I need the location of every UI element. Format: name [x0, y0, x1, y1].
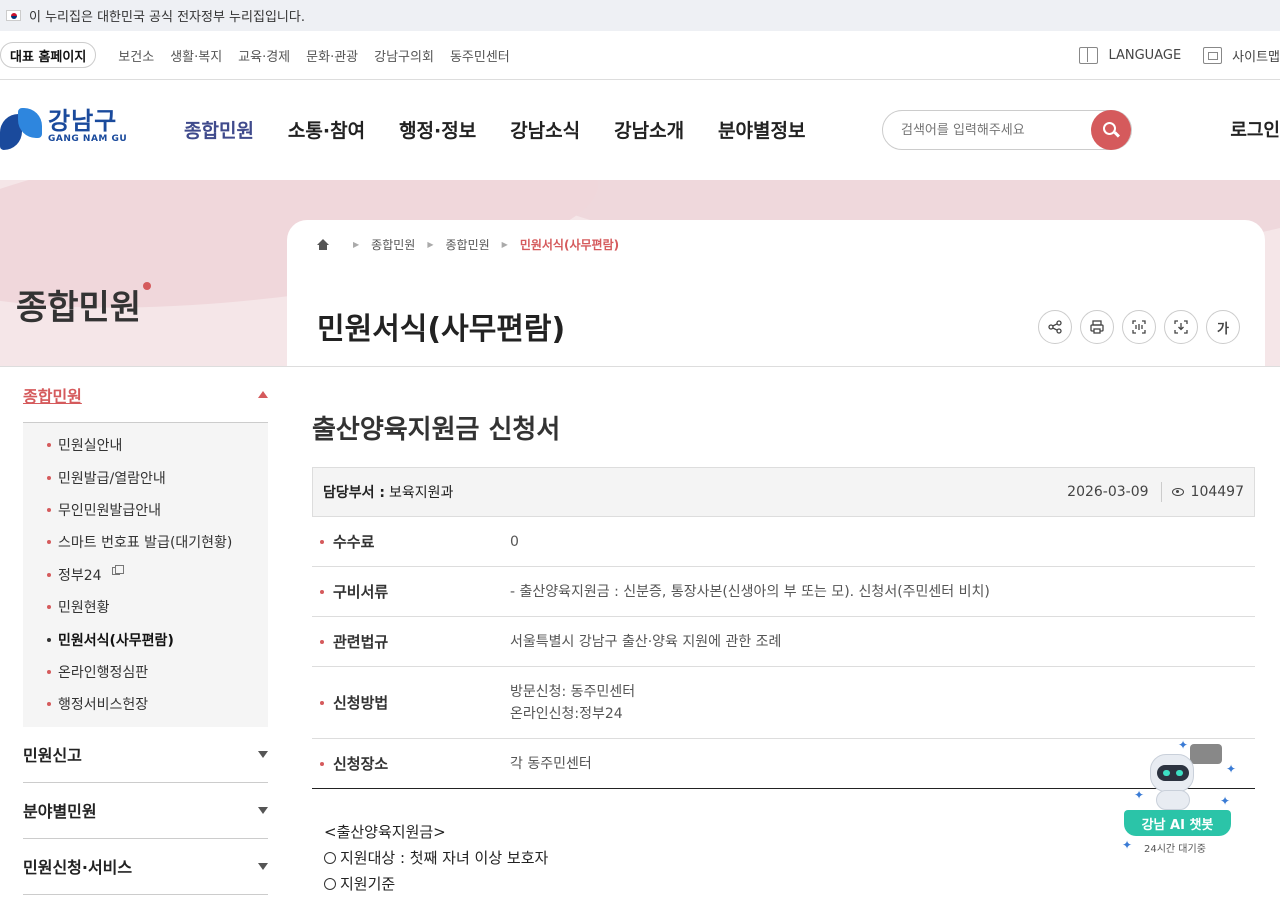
breadcrumb: ▶ 종합민원 ▶ 종합민원 ▶ 민원서식(사무편람) [317, 236, 619, 253]
search-input[interactable] [901, 122, 1081, 138]
sidebar-item-forms[interactable]: 민원서식(사무편람) [23, 623, 268, 655]
post-date: 2026-03-09 [1067, 484, 1149, 500]
share-icon [1048, 320, 1062, 334]
table-row: 관련법규 서울특별시 강남구 출산·양육 지원에 관한 조례 [312, 617, 1255, 667]
chatbot-label: 강남 AI 챗봇 [1124, 810, 1231, 836]
font-size-button[interactable]: 가 [1206, 310, 1240, 344]
dept-label: 담당부서 : [323, 485, 385, 501]
sub-visual: 종합민원 ▶ 종합민원 ▶ 종합민원 ▶ 민원서식(사무편람) 민원서식(사무편… [0, 180, 1280, 367]
document-title: 출산양육지원금 신청서 [312, 415, 561, 445]
sidebar-item-status[interactable]: 민원현황 [23, 591, 268, 623]
sidebar-item-office-guide[interactable]: 민원실안내 [23, 429, 268, 461]
util-link-community-center[interactable]: 동주민센터 [450, 46, 510, 65]
logo-text-kr: 강남구 [48, 107, 118, 135]
dept-value: 보육지원과 [389, 485, 454, 501]
main-homepage-button[interactable]: 대표 홈페이지 [0, 42, 97, 68]
utility-links: 보건소 생활·복지 교육·경제 문화·관광 강남구의회 동주민센터 [118, 46, 509, 65]
util-link-culture[interactable]: 문화·관광 [306, 46, 358, 65]
document-body: <출산양육지원금> 지원대상 : 첫째 자녀 이상 보호자 지원기준 [324, 823, 549, 893]
chevron-up-icon [258, 391, 268, 398]
page-tools: 가 [1038, 310, 1240, 344]
share-button[interactable] [1038, 310, 1072, 344]
print-button[interactable] [1080, 310, 1114, 344]
download-button[interactable] [1164, 310, 1198, 344]
gnb-item-civil[interactable]: 종합민원 [184, 116, 254, 143]
sidebar-item-issue-guide[interactable]: 민원발급/열람안내 [23, 461, 268, 493]
gnb-item-field-info[interactable]: 분야별정보 [718, 116, 805, 143]
login-link[interactable]: 로그인 [1230, 116, 1280, 142]
download-icon [1174, 320, 1188, 334]
table-row: 신청장소 각 동주민센터 [312, 739, 1255, 789]
util-link-council[interactable]: 강남구의회 [374, 46, 434, 65]
sidebar-item-kiosk-guide[interactable]: 무인민원발급안내 [23, 494, 268, 526]
side-nav-submenu: 민원실안내 민원발급/열람안내 무인민원발급안내 스마트 번호표 발급(대기현황… [23, 423, 268, 727]
gnb-item-communication[interactable]: 소통·참여 [288, 116, 365, 143]
table-row: 신청방법 방문신청: 동주민센터 온라인신청:정부24 [312, 667, 1255, 739]
util-link-education[interactable]: 교육·경제 [238, 46, 290, 65]
sidebar-item-online-appeal[interactable]: 온라인행정심판 [23, 656, 268, 688]
sitemap-label: 사이트맵 [1232, 49, 1280, 65]
korea-flag-icon [6, 10, 21, 21]
site-header: 강남구 GANG NAM GU 종합민원 소통·참여 행정·정보 강남소식 강남… [0, 80, 1280, 180]
ai-chatbot-button[interactable]: ✦ ✦ ✦ ✦ 강남 AI 챗봇 ✦ 24시간 대기중 [1120, 738, 1240, 862]
sitemap-icon [1203, 46, 1223, 64]
sidebar-item-smart-ticket[interactable]: 스마트 번호표 발급(대기현황) [23, 526, 268, 558]
logo-text-en: GANG NAM GU [48, 134, 128, 144]
search-button[interactable] [1091, 110, 1131, 150]
logo-mark-icon [0, 108, 44, 152]
section-title: 종합민원 [16, 280, 152, 329]
breadcrumb-item-1[interactable]: 종합민원 [371, 236, 415, 253]
book-icon [1079, 46, 1099, 64]
side-nav-header[interactable]: 종합민원 [23, 367, 268, 423]
site-logo[interactable]: 강남구 GANG NAM GU [0, 108, 127, 152]
global-nav: 종합민원 소통·참여 행정·정보 강남소식 강남소개 분야별정보 [184, 116, 839, 143]
sitemap-button[interactable]: 사이트맵 [1203, 46, 1280, 65]
breadcrumb-item-2[interactable]: 종합민원 [445, 236, 489, 253]
circle-bullet-icon [324, 878, 336, 890]
print-icon [1090, 320, 1104, 334]
chat-bubble-icon [1190, 744, 1222, 764]
chevron-down-icon [258, 750, 268, 758]
language-label: LANGUAGE [1108, 47, 1182, 63]
sidebar-item-gov24[interactable]: 정부24 [23, 559, 268, 591]
sidebar-item-charter[interactable]: 행정서비스헌장 [23, 688, 268, 720]
page-title: 민원서식(사무편람) [317, 312, 566, 347]
accent-dot-icon [143, 282, 152, 290]
gnb-item-about[interactable]: 강남소개 [614, 116, 684, 143]
title-card: ▶ 종합민원 ▶ 종합민원 ▶ 민원서식(사무편람) 민원서식(사무편람) 가 [287, 220, 1265, 366]
gov-banner-text: 이 누리집은 대한민국 공식 전자정부 누리집입니다. [29, 10, 305, 25]
side-nav-group-report[interactable]: 민원신고 [23, 727, 268, 783]
breadcrumb-current[interactable]: 민원서식(사무편람) [520, 236, 619, 253]
eye-icon [1171, 488, 1184, 496]
qr-icon [1132, 320, 1146, 334]
search-icon [1102, 121, 1116, 135]
side-nav-group-field[interactable]: 분야별민원 [23, 783, 268, 839]
circle-bullet-icon [324, 852, 336, 864]
home-icon[interactable] [317, 239, 329, 250]
chevron-down-icon [258, 806, 268, 814]
side-nav-title: 종합민원 [23, 386, 82, 406]
external-link-icon [111, 564, 124, 575]
side-nav-group-service[interactable]: 민원신청·서비스 [23, 839, 268, 895]
view-count: 104497 [1190, 484, 1244, 500]
table-row: 구비서류 - 출산양육지원금 : 신분증, 통장사본(신생아의 부 또는 모).… [312, 567, 1255, 617]
qr-button[interactable] [1122, 310, 1156, 344]
language-button[interactable]: LANGUAGE [1079, 46, 1182, 64]
document-meta: 담당부서 : 보육지원과 2026-03-09 104497 [312, 467, 1255, 517]
util-link-welfare[interactable]: 생활·복지 [170, 46, 222, 65]
gnb-item-news[interactable]: 강남소식 [510, 116, 580, 143]
robot-icon [1150, 754, 1194, 792]
side-nav: 종합민원 민원실안내 민원발급/열람안내 무인민원발급안내 스마트 번호표 발급… [23, 367, 268, 895]
chevron-down-icon [258, 862, 268, 870]
utility-bar: 대표 홈페이지 보건소 생활·복지 교육·경제 문화·관광 강남구의회 동주민센… [0, 31, 1280, 80]
info-table: 수수료 0 구비서류 - 출산양육지원금 : 신분증, 통장사본(신생아의 부 … [312, 517, 1255, 789]
gnb-item-admin[interactable]: 행정·정보 [399, 116, 476, 143]
util-link-health[interactable]: 보건소 [118, 46, 154, 65]
table-row: 수수료 0 [312, 517, 1255, 567]
gov-banner: 이 누리집은 대한민국 공식 전자정부 누리집입니다. [0, 0, 1280, 31]
search-box [882, 110, 1132, 150]
chatbot-sub: 24시간 대기중 [1144, 844, 1206, 855]
